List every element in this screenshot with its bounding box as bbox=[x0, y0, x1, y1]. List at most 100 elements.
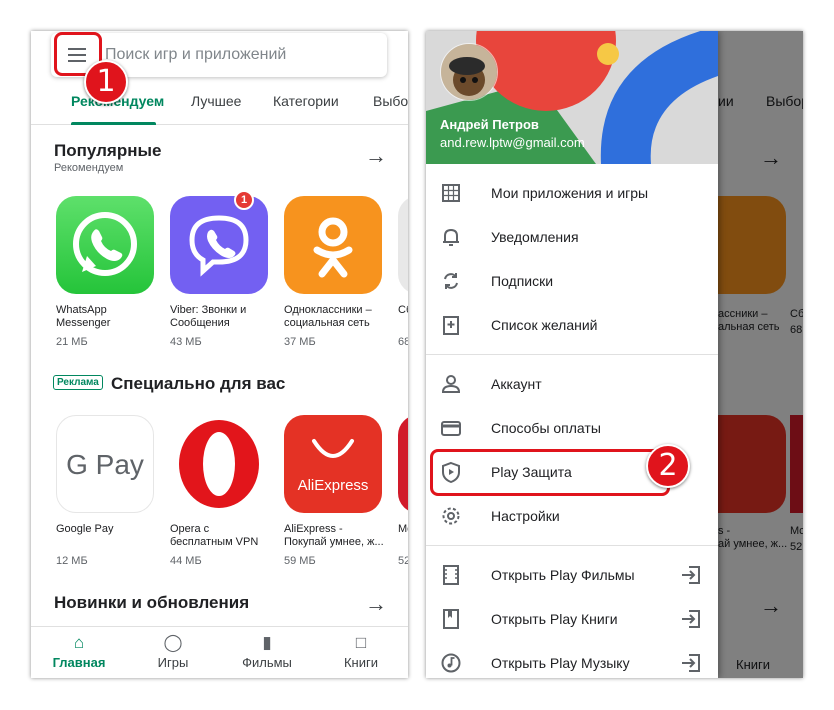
category-tabs: Рекомендуем Лучшее Категории Выбор bbox=[31, 91, 408, 125]
app-card-viber[interactable]: 1 Viber: Звонки и Сообщения 43 МБ bbox=[170, 190, 274, 348]
menu-label: Открыть Play Фильмы bbox=[491, 567, 635, 583]
film-icon bbox=[443, 565, 459, 585]
scrim-overlay[interactable] bbox=[718, 31, 803, 678]
app-name: WhatsApp Messenger bbox=[56, 304, 111, 329]
odnoklassniki-icon bbox=[284, 196, 382, 294]
menu-label: Открыть Play Книги bbox=[491, 611, 618, 627]
divider bbox=[426, 545, 718, 546]
nav-home[interactable]: ⌂ Главная bbox=[39, 633, 119, 670]
google-pay-logo: G Pay bbox=[66, 449, 144, 480]
section-subtitle-popular: Рекомендуем bbox=[54, 162, 124, 174]
app-size: 21 МБ bbox=[56, 336, 88, 348]
home-icon: ⌂ bbox=[73, 633, 85, 652]
film-icon: ▮ bbox=[262, 633, 272, 652]
wishlist-icon bbox=[443, 316, 459, 335]
viber-icon bbox=[170, 196, 268, 294]
app-card-aliexpress[interactable]: AliExpress AliExpress - Покупай умнее, ж… bbox=[284, 415, 388, 567]
active-tab-indicator bbox=[71, 122, 156, 125]
app-name: Сб bbox=[398, 304, 408, 316]
play-store-drawer-screen: ии Выбор → ассники – альная сеть Сб 68 s… bbox=[426, 31, 803, 678]
menu-label: Уведомления bbox=[491, 229, 579, 245]
menu-my-apps[interactable]: Мои приложения и игры bbox=[426, 172, 718, 216]
drawer-header: Андрей Петров and.rew.lptw@gmail.com bbox=[426, 31, 718, 164]
menu-label: Открыть Play Музыку bbox=[491, 655, 630, 671]
app-card-opera[interactable]: Opera с бесплатным VPN 44 МБ bbox=[170, 415, 274, 567]
menu-account[interactable]: Аккаунт bbox=[426, 363, 718, 407]
menu-open-play-movies[interactable]: Открыть Play Фильмы bbox=[426, 554, 718, 598]
nav-label: Главная bbox=[52, 655, 106, 670]
aliexpress-icon: AliExpress bbox=[284, 415, 382, 513]
apps-grid-icon bbox=[442, 184, 460, 202]
menu-label: Мои приложения и игры bbox=[491, 185, 649, 201]
tab-categories[interactable]: Категории bbox=[273, 93, 339, 109]
menu-subscriptions[interactable]: Подписки bbox=[426, 260, 718, 304]
bell-icon bbox=[443, 228, 459, 246]
notification-badge: 1 bbox=[234, 190, 254, 210]
opera-icon bbox=[170, 415, 268, 513]
app-size: 12 МБ bbox=[56, 555, 88, 567]
app-size: 52 bbox=[398, 555, 408, 567]
nav-label: Фильмы bbox=[242, 655, 292, 670]
app-size: 68 bbox=[398, 336, 408, 348]
menu-wishlist[interactable]: Список желаний bbox=[426, 304, 718, 348]
play-store-home-screen: Поиск игр и приложений Рекомендуем Лучше… bbox=[31, 31, 408, 678]
app-card-odnoklassniki[interactable]: Одноклассники – социальная сеть 37 МБ bbox=[284, 196, 388, 348]
app-size: 59 МБ bbox=[284, 555, 316, 567]
tab-top-charts[interactable]: Лучшее bbox=[191, 93, 241, 109]
ad-badge: Реклама bbox=[53, 375, 103, 390]
google-pay-icon: G Pay bbox=[56, 415, 154, 513]
app-name: AliExpress - Покупай умнее, ж... bbox=[284, 523, 384, 548]
music-icon bbox=[441, 653, 461, 673]
menu-open-play-music[interactable]: Открыть Play Музыку bbox=[426, 642, 718, 678]
nav-label: Книги bbox=[343, 655, 379, 670]
app-size: 43 МБ bbox=[170, 336, 202, 348]
whatsapp-icon bbox=[56, 196, 154, 294]
app-name: Opera с бесплатным VPN bbox=[170, 523, 259, 548]
nav-movies[interactable]: ▮ Фильмы bbox=[227, 633, 307, 670]
arrow-right-icon[interactable]: → bbox=[365, 145, 387, 167]
menu-notifications[interactable]: Уведомления bbox=[426, 216, 718, 260]
user-name: Андрей Петров bbox=[440, 117, 539, 132]
nav-books[interactable]: □ Книги bbox=[321, 633, 401, 670]
bottom-navigation: ⌂ Главная ◯ Игры ▮ Фильмы □ Книги bbox=[31, 626, 408, 678]
menu-label: Аккаунт bbox=[491, 376, 542, 392]
section-title-for-you: Специально для вас bbox=[111, 374, 286, 393]
app-name: Одноклассники – социальная сеть bbox=[284, 304, 372, 329]
app-icon-partial bbox=[398, 415, 408, 513]
user-email[interactable]: and.rew.lptw@gmail.com bbox=[440, 135, 585, 150]
credit-card-icon bbox=[441, 421, 461, 436]
avatar[interactable] bbox=[440, 43, 498, 101]
app-size: 37 МБ bbox=[284, 336, 316, 348]
app-name: Viber: Звонки и Сообщения bbox=[170, 304, 247, 329]
arrow-right-icon[interactable]: → bbox=[365, 593, 387, 615]
open-external-icon bbox=[682, 566, 700, 584]
gear-icon bbox=[442, 507, 460, 525]
tab-editors-choice[interactable]: Выбор bbox=[373, 93, 408, 109]
menu-label: Список желаний bbox=[491, 317, 598, 333]
app-name: Google Pay bbox=[56, 523, 114, 535]
section-title-new: Новинки и обновления bbox=[54, 593, 250, 612]
menu-label: Способы оплаты bbox=[491, 420, 601, 436]
menu-open-play-books[interactable]: Открыть Play Книги bbox=[426, 598, 718, 642]
open-external-icon bbox=[682, 654, 700, 672]
app-card-partial[interactable]: Mc 52 bbox=[398, 415, 408, 567]
step-badge-1: 1 bbox=[84, 60, 128, 104]
aliexpress-logo: AliExpress bbox=[297, 477, 369, 494]
menu-label: Настройки bbox=[491, 508, 560, 524]
app-card-partial[interactable]: Сб 68 bbox=[398, 196, 408, 348]
app-card-whatsapp[interactable]: WhatsApp Messenger 21 МБ bbox=[56, 196, 160, 348]
nav-games[interactable]: ◯ Игры bbox=[133, 633, 213, 670]
highlight-play-protect bbox=[430, 449, 670, 496]
menu-label: Подписки bbox=[491, 273, 554, 289]
menu-settings[interactable]: Настройки bbox=[426, 495, 718, 539]
step-badge-2: 2 bbox=[646, 444, 690, 488]
search-placeholder[interactable]: Поиск игр и приложений bbox=[105, 46, 286, 64]
open-external-icon bbox=[682, 610, 700, 628]
bookmark-icon bbox=[443, 609, 459, 629]
app-card-google-pay[interactable]: G Pay Google Pay 12 МБ bbox=[56, 415, 160, 567]
section-title-popular: Популярные bbox=[54, 141, 162, 160]
divider bbox=[426, 354, 718, 355]
app-icon-partial bbox=[398, 196, 408, 294]
gamepad-icon: ◯ bbox=[163, 633, 183, 652]
navigation-drawer: Андрей Петров and.rew.lptw@gmail.com Мои… bbox=[426, 31, 718, 678]
